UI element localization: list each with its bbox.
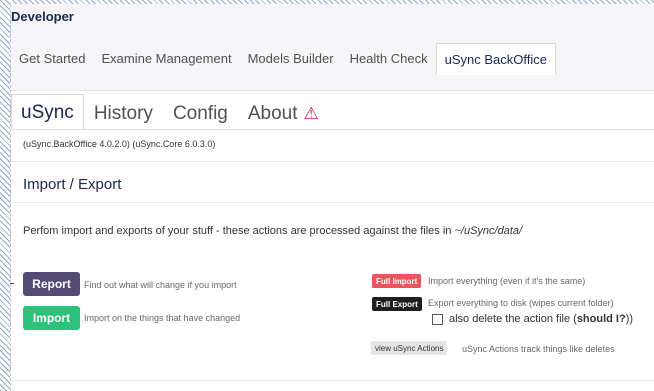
full-import-button[interactable]: Full Import <box>372 274 422 288</box>
subtab-about[interactable]: About ⚠ <box>238 98 329 130</box>
subtab-usync[interactable]: uSync <box>11 94 84 130</box>
delete-action-label: also delete the action file ( <box>449 313 577 325</box>
subtab-about-label: About <box>247 103 298 124</box>
import-hint: Import on the things that have changed <box>84 313 241 323</box>
subtab-history[interactable]: History <box>84 98 163 130</box>
section-title: Import / Export <box>23 176 122 193</box>
import-button[interactable]: Import <box>23 306 80 330</box>
description-text: Perfom import and exports of your stuff … <box>23 225 455 237</box>
tab-health-check[interactable]: Health Check <box>342 44 436 72</box>
accent-mark <box>10 283 14 284</box>
subtab-config-label: Config <box>172 103 228 124</box>
subtab-config[interactable]: Config <box>163 98 238 130</box>
main-tabs: Get Started Examine Management Models Bu… <box>11 42 556 75</box>
version-info: (uSync.BackOffice 4.0.2.0) (uSync.Core 6… <box>23 139 216 149</box>
tab-get-started[interactable]: Get Started <box>11 44 93 72</box>
delete-action-checkbox[interactable] <box>432 313 443 325</box>
report-button[interactable]: Report <box>23 272 80 296</box>
page-title: Developer <box>11 9 74 24</box>
left-panel-edge <box>0 0 11 391</box>
subtab-divider <box>11 129 654 130</box>
tab-usync-backoffice[interactable]: uSync BackOffice <box>435 43 556 75</box>
delete-action-option: also delete the action file (should I?)) <box>432 313 633 325</box>
divider <box>11 380 654 381</box>
divider <box>11 161 654 162</box>
subtab-history-label: History <box>93 103 153 124</box>
view-actions-hint: uSync Actions track things like deletes <box>462 344 615 354</box>
tab-examine-management[interactable]: Examine Management <box>93 44 239 72</box>
should-i-link[interactable]: should I? <box>577 313 626 325</box>
full-import-hint: Import everything (even if it's the same… <box>428 276 586 286</box>
report-hint: Find out what will change if you import <box>84 280 237 290</box>
subtab-usync-label: uSync <box>21 101 74 123</box>
data-path: ~/uSync/data/ <box>454 225 523 237</box>
delete-action-suffix: )) <box>625 313 634 325</box>
usync-subtabs: uSync History Config About ⚠ <box>11 94 329 130</box>
description: Perfom import and exports of your stuff … <box>23 225 522 237</box>
warning-icon: ⚠ <box>303 104 319 123</box>
full-export-button[interactable]: Full Export <box>372 297 422 311</box>
full-export-hint: Export everything to disk (wipes current… <box>428 298 614 308</box>
divider <box>11 202 654 203</box>
view-usync-actions-button[interactable]: view uSync Actions <box>371 341 448 355</box>
tab-models-builder[interactable]: Models Builder <box>240 44 342 72</box>
